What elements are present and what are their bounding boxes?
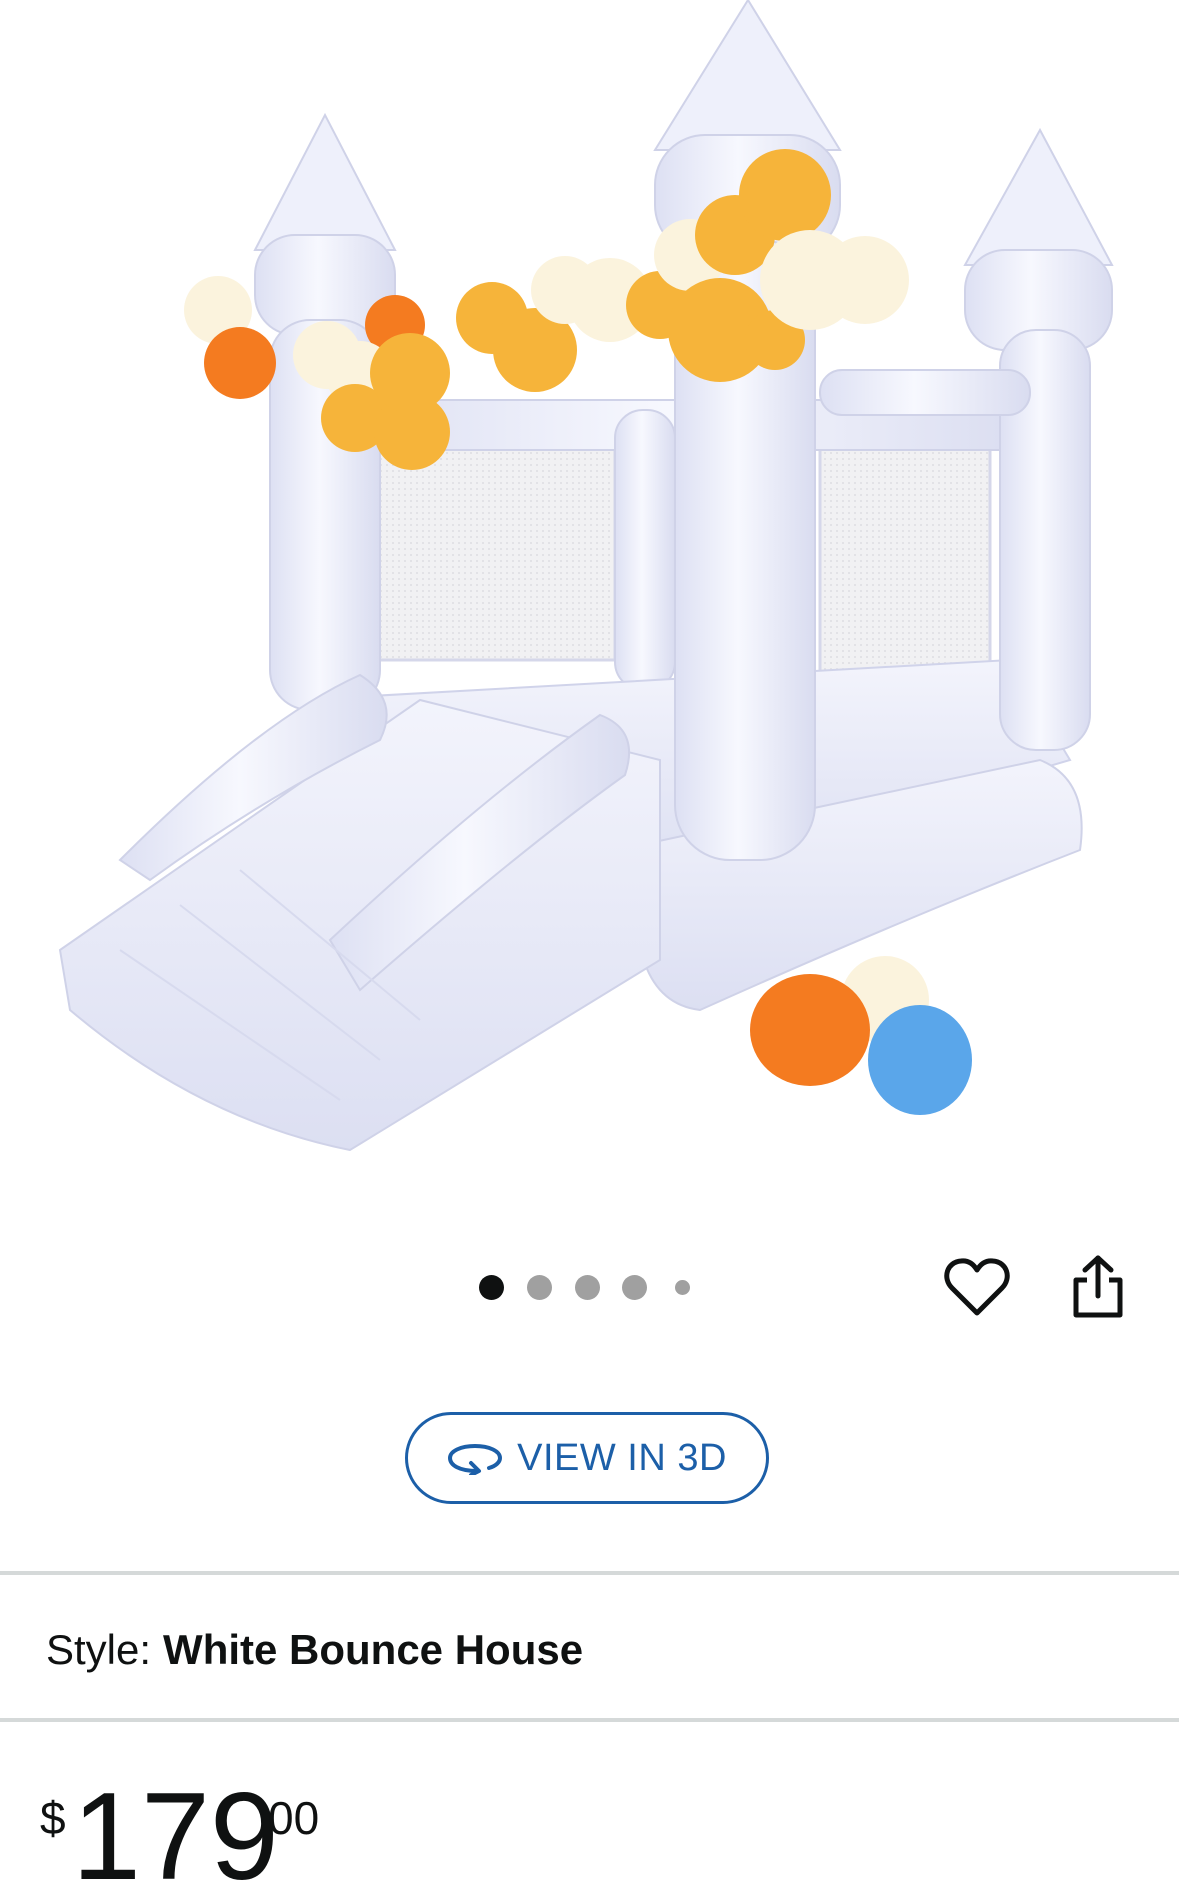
rotate-3d-icon [447, 1441, 503, 1475]
carousel-dot-5[interactable] [675, 1280, 690, 1295]
style-selector[interactable]: Style: White Bounce House [46, 1620, 583, 1680]
section-divider-bottom [0, 1718, 1179, 1722]
price: $ 179 00 [40, 1775, 380, 1899]
heart-icon [944, 1258, 1010, 1316]
carousel-dot-4[interactable] [622, 1275, 647, 1300]
style-label: Style: [46, 1626, 152, 1673]
price-whole: 179 [72, 1775, 279, 1899]
bounce-house-illustration [58, 0, 1114, 1152]
share-icon [1073, 1255, 1123, 1318]
carousel-dot-3[interactable] [575, 1275, 600, 1300]
section-divider-top [0, 1571, 1179, 1575]
wishlist-button[interactable] [940, 1250, 1014, 1324]
carousel-dot-1[interactable] [479, 1275, 504, 1300]
style-value: White Bounce House [163, 1626, 584, 1673]
product-image[interactable] [0, 0, 1179, 1200]
price-fraction: 00 [268, 1792, 320, 1844]
price-currency-symbol: $ [40, 1792, 66, 1844]
carousel-dot-2[interactable] [527, 1275, 552, 1300]
view-in-3d-button[interactable]: VIEW IN 3D [405, 1412, 769, 1504]
share-button[interactable] [1065, 1250, 1131, 1324]
ground-balloons [750, 956, 972, 1115]
view-in-3d-label: VIEW IN 3D [517, 1436, 727, 1479]
